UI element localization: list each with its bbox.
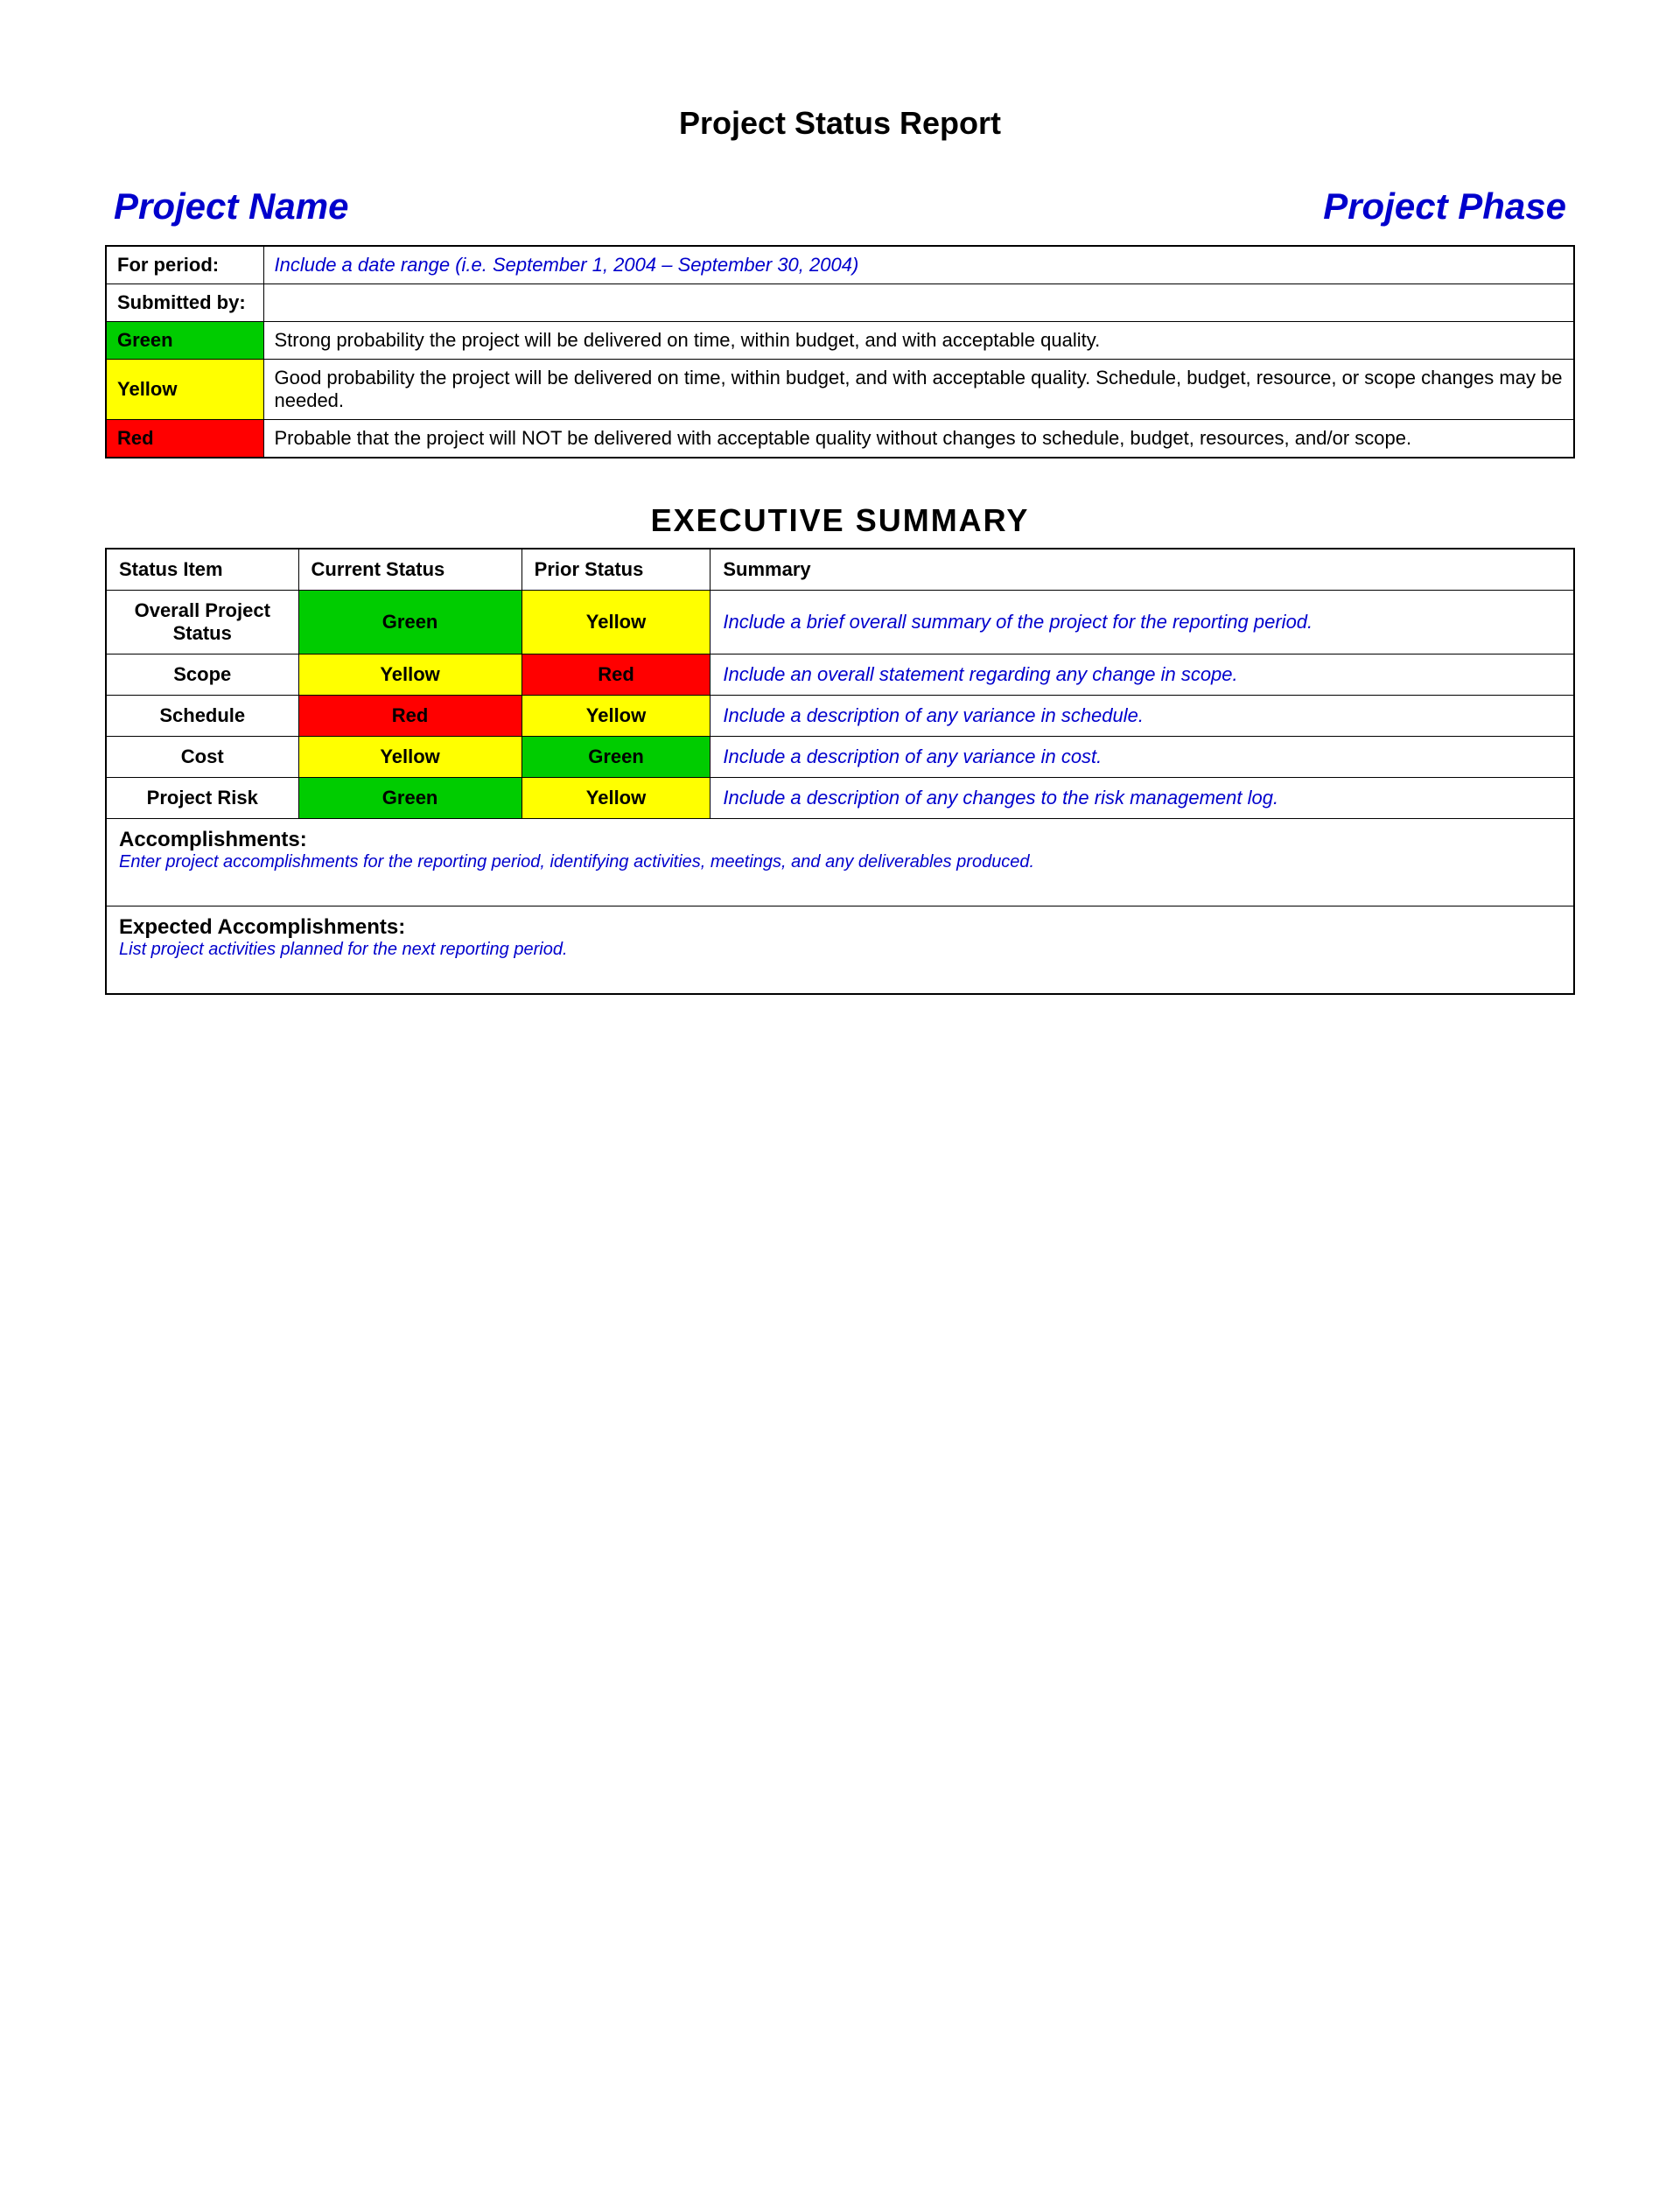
submitted-by-row: Submitted by:: [106, 284, 1574, 322]
table-row: Project Risk Green Yellow Include a desc…: [106, 778, 1574, 819]
prior-scope: Red: [522, 654, 710, 696]
accomplishments-cell: Accomplishments: Enter project accomplis…: [106, 819, 1574, 906]
info-table: For period: Include a date range (i.e. S…: [105, 245, 1575, 458]
expected-label: Expected Accomplishments:: [119, 915, 1561, 940]
accomplishments-label: Accomplishments:: [119, 828, 1561, 852]
summary-cost: Include a description of any variance in…: [710, 737, 1574, 778]
prior-risk: Yellow: [522, 778, 710, 819]
exec-table-header: Status Item Current Status Prior Status …: [106, 549, 1574, 591]
item-overall: Overall ProjectStatus: [106, 591, 298, 654]
legend-red-row: Red Probable that the project will NOT b…: [106, 420, 1574, 458]
col-status-item: Status Item: [106, 549, 298, 591]
expected-text: List project activities planned for the …: [119, 940, 1561, 960]
item-schedule: Schedule: [106, 696, 298, 737]
col-summary: Summary: [710, 549, 1574, 591]
legend-green-label: Green: [106, 322, 263, 360]
project-name-label: Project Name: [114, 186, 348, 228]
accomplishments-text: Enter project accomplishments for the re…: [119, 852, 1561, 872]
summary-risk: Include a description of any changes to …: [710, 778, 1574, 819]
table-row: Overall ProjectStatus Green Yellow Inclu…: [106, 591, 1574, 654]
item-scope: Scope: [106, 654, 298, 696]
for-period-value: Include a date range (i.e. September 1, …: [263, 246, 1574, 284]
col-prior-status: Prior Status: [522, 549, 710, 591]
current-overall: Green: [298, 591, 522, 654]
current-risk: Green: [298, 778, 522, 819]
header-row: Project Name Project Phase: [105, 186, 1575, 228]
prior-cost: Green: [522, 737, 710, 778]
legend-yellow-desc: Good probability the project will be del…: [263, 360, 1574, 420]
prior-schedule: Yellow: [522, 696, 710, 737]
current-scope: Yellow: [298, 654, 522, 696]
expected-accomplishments-row: Expected Accomplishments: List project a…: [106, 906, 1574, 994]
for-period-label: For period:: [106, 246, 263, 284]
executive-summary-title: EXECUTIVE SUMMARY: [105, 502, 1575, 539]
table-row: Schedule Red Yellow Include a descriptio…: [106, 696, 1574, 737]
legend-red-desc: Probable that the project will NOT be de…: [263, 420, 1574, 458]
expected-accomplishments-cell: Expected Accomplishments: List project a…: [106, 906, 1574, 994]
col-current-status: Current Status: [298, 549, 522, 591]
submitted-by-value: [263, 284, 1574, 322]
for-period-row: For period: Include a date range (i.e. S…: [106, 246, 1574, 284]
legend-red-label: Red: [106, 420, 263, 458]
table-row: Cost Yellow Green Include a description …: [106, 737, 1574, 778]
item-cost: Cost: [106, 737, 298, 778]
prior-overall: Yellow: [522, 591, 710, 654]
executive-summary-table: Status Item Current Status Prior Status …: [105, 548, 1575, 995]
accomplishments-row: Accomplishments: Enter project accomplis…: [106, 819, 1574, 906]
page-title: Project Status Report: [105, 105, 1575, 142]
summary-overall: Include a brief overall summary of the p…: [710, 591, 1574, 654]
legend-green-desc: Strong probability the project will be d…: [263, 322, 1574, 360]
item-risk: Project Risk: [106, 778, 298, 819]
summary-scope: Include an overall statement regarding a…: [710, 654, 1574, 696]
summary-schedule: Include a description of any variance in…: [710, 696, 1574, 737]
current-schedule: Red: [298, 696, 522, 737]
submitted-by-label: Submitted by:: [106, 284, 263, 322]
current-cost: Yellow: [298, 737, 522, 778]
legend-yellow-label: Yellow: [106, 360, 263, 420]
legend-green-row: Green Strong probability the project wil…: [106, 322, 1574, 360]
legend-yellow-row: Yellow Good probability the project will…: [106, 360, 1574, 420]
table-row: Scope Yellow Red Include an overall stat…: [106, 654, 1574, 696]
project-phase-label: Project Phase: [1323, 186, 1566, 228]
